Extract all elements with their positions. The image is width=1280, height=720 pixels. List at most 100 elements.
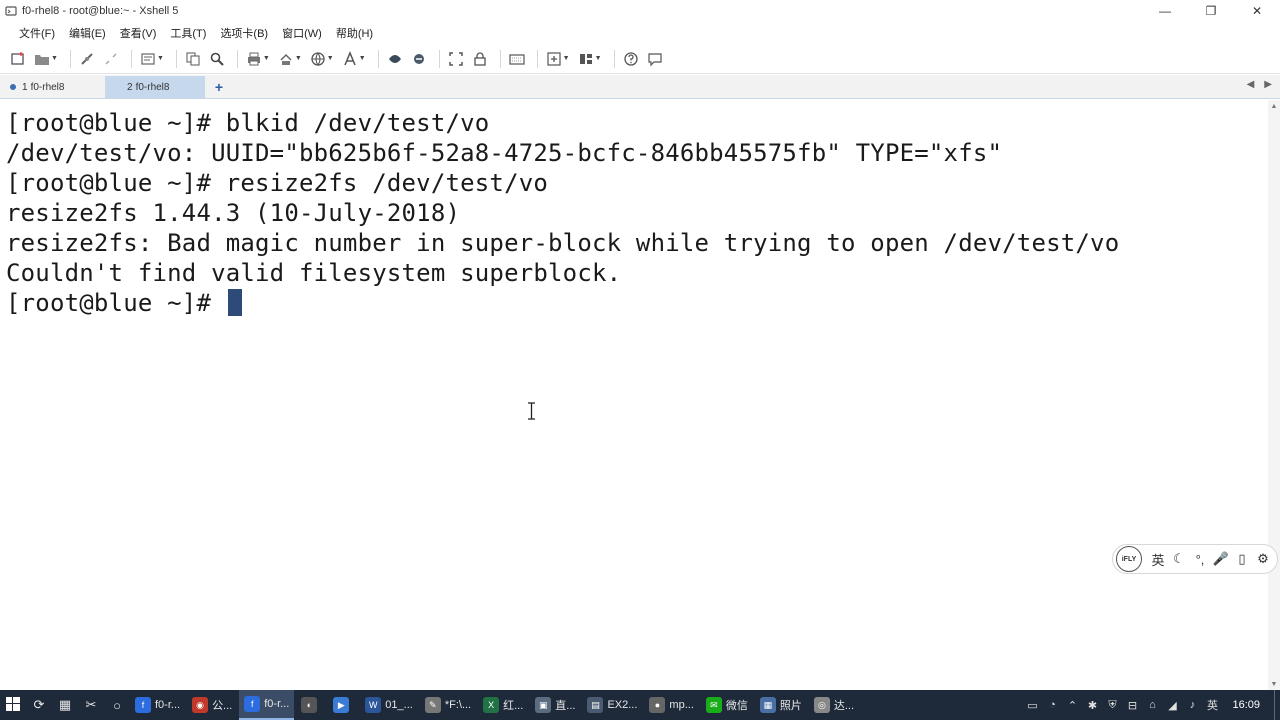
- taskbar-app-icon: ▤: [587, 697, 604, 713]
- taskbar-app[interactable]: ✎ *F:\...: [420, 690, 476, 720]
- chevron-down-icon: ▼: [262, 55, 270, 62]
- menu-help[interactable]: 帮助(H): [329, 25, 380, 41]
- calculator-icon: ▦: [58, 697, 72, 712]
- tray-icon[interactable]: ♪: [1182, 690, 1202, 720]
- ifly-logo-icon[interactable]: iFLY: [1116, 546, 1142, 572]
- chevron-down-icon: ▼: [294, 55, 302, 62]
- system-clock[interactable]: 16:09: [1222, 699, 1274, 711]
- taskbar-app[interactable]: f f0-r...: [130, 690, 185, 720]
- menu-tools[interactable]: 工具(T): [163, 25, 213, 41]
- refresh-taskbar-button[interactable]: ⟳: [26, 690, 52, 720]
- print-button[interactable]: ▼: [244, 48, 272, 70]
- taskbar-app[interactable]: ◉ 公...: [187, 690, 237, 720]
- toolbar-divider: [536, 49, 538, 68]
- start-button[interactable]: [0, 690, 26, 720]
- connect-button[interactable]: [77, 48, 97, 70]
- scroll-up-icon[interactable]: ▲: [1268, 100, 1280, 112]
- toolbar-divider: [69, 49, 71, 68]
- disconnect-button[interactable]: [101, 48, 121, 70]
- add-tab-button[interactable]: +: [208, 76, 230, 98]
- tab-session-2[interactable]: 2 f0-rhel8: [105, 76, 205, 98]
- tray-icon[interactable]: ⌃: [1062, 690, 1082, 720]
- terminal-line: [root@blue ~]# resize2fs /dev/test/vo: [6, 169, 549, 197]
- tray-icon[interactable]: ▭: [1022, 690, 1042, 720]
- ime-settings-icon[interactable]: ⚙: [1253, 548, 1273, 570]
- ime-keyboard-icon[interactable]: ▯: [1232, 548, 1252, 570]
- transfer-button[interactable]: ▼: [276, 48, 304, 70]
- new-tab-button[interactable]: ▼: [544, 48, 572, 70]
- fullscreen-button[interactable]: [446, 48, 466, 70]
- new-session-button[interactable]: [8, 48, 28, 70]
- tray-icon[interactable]: ⊟: [1122, 690, 1142, 720]
- tab-next-icon[interactable]: ▶: [1264, 79, 1272, 90]
- tab-prev-icon[interactable]: ◀: [1247, 79, 1255, 90]
- circle-search-icon: ○: [113, 697, 121, 713]
- font-button[interactable]: ▼: [340, 48, 368, 70]
- ime-microphone-icon[interactable]: 🎤: [1211, 548, 1231, 570]
- screenshot-taskbar-button[interactable]: ✂: [78, 690, 104, 720]
- ime-language-toggle[interactable]: 英: [1148, 548, 1168, 570]
- tray-icon[interactable]: ⛨: [1102, 690, 1122, 720]
- properties-button[interactable]: ▼: [138, 48, 166, 70]
- terminal-line: Couldn't find valid filesystem superbloc…: [6, 259, 622, 287]
- taskbar-app[interactable]: ▤ EX2...: [582, 690, 642, 720]
- ime-moon-icon[interactable]: ☾: [1169, 548, 1189, 570]
- menu-tab[interactable]: 选项卡(B): [213, 25, 275, 41]
- taskbar-app[interactable]: ● mp...: [644, 690, 698, 720]
- tray-icon[interactable]: ⌂: [1142, 690, 1162, 720]
- taskbar-app[interactable]: W 01_...: [360, 690, 418, 720]
- scroll-down-icon[interactable]: ▼: [1268, 678, 1280, 690]
- tab-session-1[interactable]: 1 f0-rhel8: [2, 76, 102, 98]
- printer-icon: [246, 51, 262, 67]
- tab-label: f0-rhel8: [30, 81, 65, 93]
- tray-icon[interactable]: ◢: [1162, 690, 1182, 720]
- taskbar-app[interactable]: ◎ 达...: [809, 690, 859, 720]
- taskbar-app-label: 01_...: [385, 699, 413, 711]
- search-taskbar-button[interactable]: ○: [104, 690, 130, 720]
- taskbar-app[interactable]: ▶: [328, 690, 358, 720]
- find-button[interactable]: [207, 48, 227, 70]
- taskbar-app[interactable]: ✉ 微信: [701, 690, 753, 720]
- calculator-taskbar-button[interactable]: ▦: [52, 690, 78, 720]
- open-folder-button[interactable]: ▼: [32, 48, 60, 70]
- search-icon: [209, 51, 225, 67]
- terminal-scrollbar[interactable]: ▲ ▼: [1268, 100, 1280, 690]
- chat-button[interactable]: [645, 48, 665, 70]
- show-desktop-button[interactable]: [1274, 690, 1280, 720]
- taskbar-app[interactable]: ◐: [296, 690, 326, 720]
- taskbar-app[interactable]: f f0-r...: [239, 690, 295, 720]
- restore-button[interactable]: ❐: [1188, 0, 1234, 22]
- close-button[interactable]: ✕: [1234, 0, 1280, 22]
- toolbar-divider: [613, 49, 615, 68]
- ime-punctuation-icon[interactable]: °,: [1190, 548, 1210, 570]
- menu-file[interactable]: 文件(F): [12, 25, 62, 41]
- menu-view[interactable]: 查看(V): [113, 25, 164, 41]
- taskbar-app[interactable]: ▣ 直...: [530, 690, 580, 720]
- terminal-line: resize2fs: Bad magic number in super-blo…: [6, 229, 1120, 257]
- xftp-button[interactable]: [385, 48, 405, 70]
- terminal-line: /dev/test/vo: UUID="bb625b6f-52a8-4725-b…: [6, 139, 1003, 167]
- help-button[interactable]: [621, 48, 641, 70]
- layout-button[interactable]: ▼: [576, 48, 604, 70]
- tray-icon[interactable]: ✱: [1082, 690, 1102, 720]
- globe-button[interactable]: ▼: [308, 48, 336, 70]
- xmanager-button[interactable]: [409, 48, 429, 70]
- taskbar-app-icon: X: [483, 697, 500, 713]
- tray-icon[interactable]: 英: [1202, 690, 1222, 720]
- taskbar-app-icon: W: [365, 697, 382, 713]
- terminal-area[interactable]: [root@blue ~]# blkid /dev/test/vo /dev/t…: [0, 100, 1268, 690]
- keyboard-button[interactable]: [507, 48, 527, 70]
- toolbar-divider: [377, 49, 379, 68]
- copy-button[interactable]: [183, 48, 203, 70]
- terminal-line: [root@blue ~]# blkid /dev/test/vo: [6, 109, 490, 137]
- lock-button[interactable]: [470, 48, 490, 70]
- text-cursor-icon: [527, 402, 536, 425]
- menu-edit[interactable]: 编辑(E): [62, 25, 113, 41]
- taskbar-app-label: EX2...: [607, 699, 638, 711]
- taskbar-app[interactable]: ▦ 照片: [755, 690, 807, 720]
- menu-window[interactable]: 窗口(W): [275, 25, 329, 41]
- tray-icon[interactable]: ◔: [1042, 690, 1062, 720]
- taskbar-app[interactable]: X 红...: [478, 690, 528, 720]
- minimize-button[interactable]: —: [1142, 0, 1188, 22]
- windows-taskbar: ⟳ ▦ ✂ ○ f f0-r... ◉ 公... f f0-r... ◐ ▶ W 01_... ✎ *…: [0, 690, 1280, 720]
